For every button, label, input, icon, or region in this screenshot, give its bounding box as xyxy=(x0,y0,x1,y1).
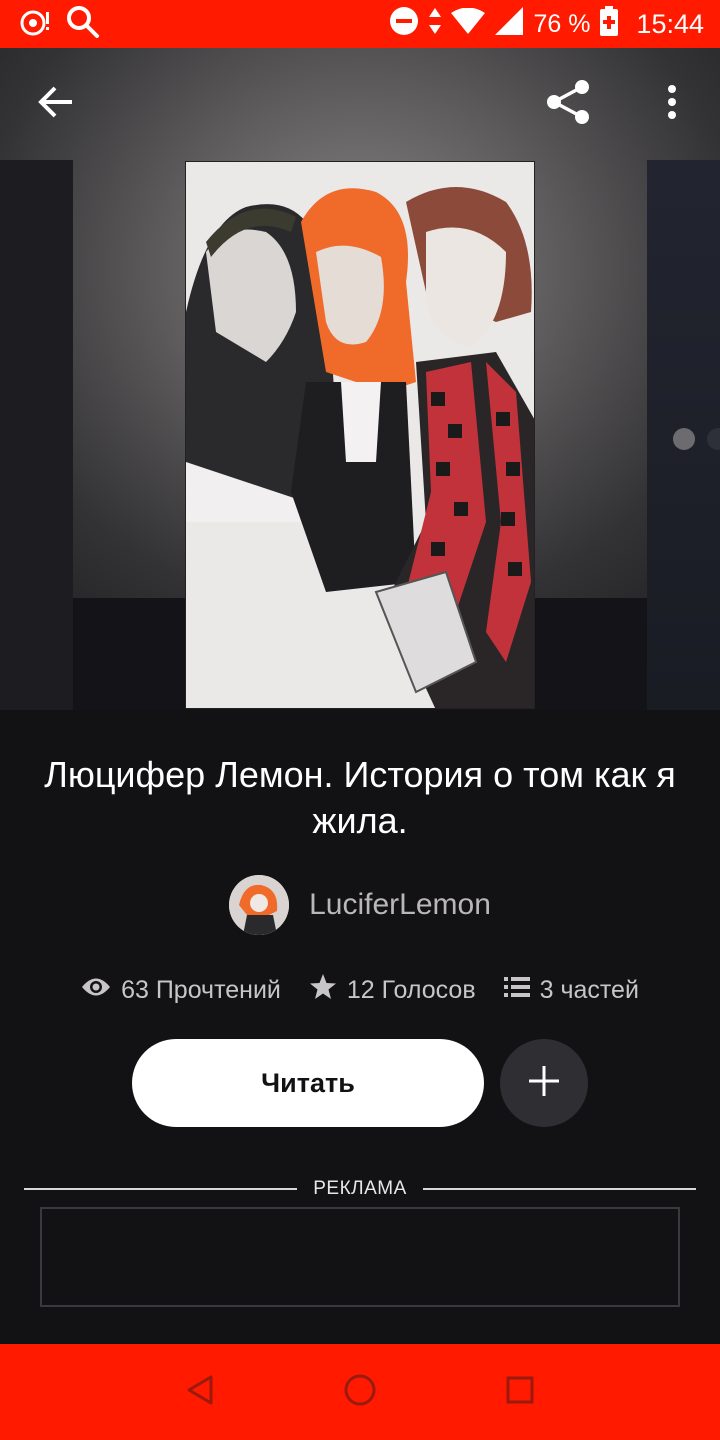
parts-count: 3 частей xyxy=(539,975,639,1004)
wifi-icon xyxy=(451,7,486,41)
divider-line xyxy=(24,1188,298,1190)
triangle-back-icon xyxy=(185,1374,215,1411)
ad-label: РЕКЛАМА xyxy=(313,1178,407,1199)
status-left xyxy=(18,5,100,44)
notification-icon xyxy=(18,7,52,42)
ad-divider: РЕКЛАМА xyxy=(24,1176,696,1202)
status-right: 76 % 15:44 xyxy=(389,5,704,43)
votes-stat: 12 Голосов xyxy=(309,973,476,1007)
status-bar: 76 % 15:44 xyxy=(0,0,720,48)
system-nav-bar xyxy=(0,1344,720,1440)
story-hero xyxy=(0,48,720,710)
circle-home-icon xyxy=(343,1373,377,1412)
battery-percent: 76 % xyxy=(533,9,591,38)
nav-home-button[interactable] xyxy=(330,1362,390,1422)
nav-back-button[interactable] xyxy=(170,1362,230,1422)
clock: 15:44 xyxy=(636,8,704,39)
eye-icon xyxy=(81,976,111,1005)
share-button[interactable] xyxy=(540,76,596,132)
share-icon xyxy=(544,78,592,131)
data-arrows-icon xyxy=(429,7,442,41)
ad-slot[interactable] xyxy=(40,1207,680,1307)
signal-icon xyxy=(495,6,524,42)
square-recents-icon xyxy=(505,1375,535,1410)
more-vert-icon xyxy=(667,84,677,125)
previous-story-card[interactable] xyxy=(0,160,73,710)
toolbar xyxy=(0,48,720,160)
story-stats: 63 Прочтений 12 Голосов 3 частей xyxy=(0,968,720,1012)
add-to-library-button[interactable] xyxy=(500,1039,588,1127)
nav-recents-button[interactable] xyxy=(490,1362,550,1422)
story-title: Люцифер Лемон. История о том как я жила. xyxy=(44,754,676,841)
back-button[interactable] xyxy=(28,76,84,132)
divider-line xyxy=(422,1188,696,1190)
battery-icon xyxy=(600,5,619,43)
avatar[interactable] xyxy=(229,875,290,935)
back-arrow-icon xyxy=(38,86,74,123)
reads-count: 63 Прочтений xyxy=(121,975,281,1004)
votes-count: 12 Голосов xyxy=(346,975,476,1004)
author-name[interactable]: LuciferLemon xyxy=(309,888,491,922)
reads-stat: 63 Прочтений xyxy=(81,976,281,1005)
parts-stat: 3 частей xyxy=(503,975,639,1005)
more-options-button[interactable] xyxy=(644,76,700,132)
plus-icon xyxy=(527,1064,561,1103)
dnd-icon xyxy=(389,6,419,43)
story-cover-image[interactable] xyxy=(185,161,535,709)
star-icon xyxy=(309,973,337,1007)
list-icon xyxy=(503,976,530,1005)
author-row[interactable]: LuciferLemon xyxy=(0,874,720,936)
read-button[interactable]: Читать xyxy=(132,1039,484,1127)
carousel-dot xyxy=(673,428,695,450)
search-icon xyxy=(66,5,100,44)
